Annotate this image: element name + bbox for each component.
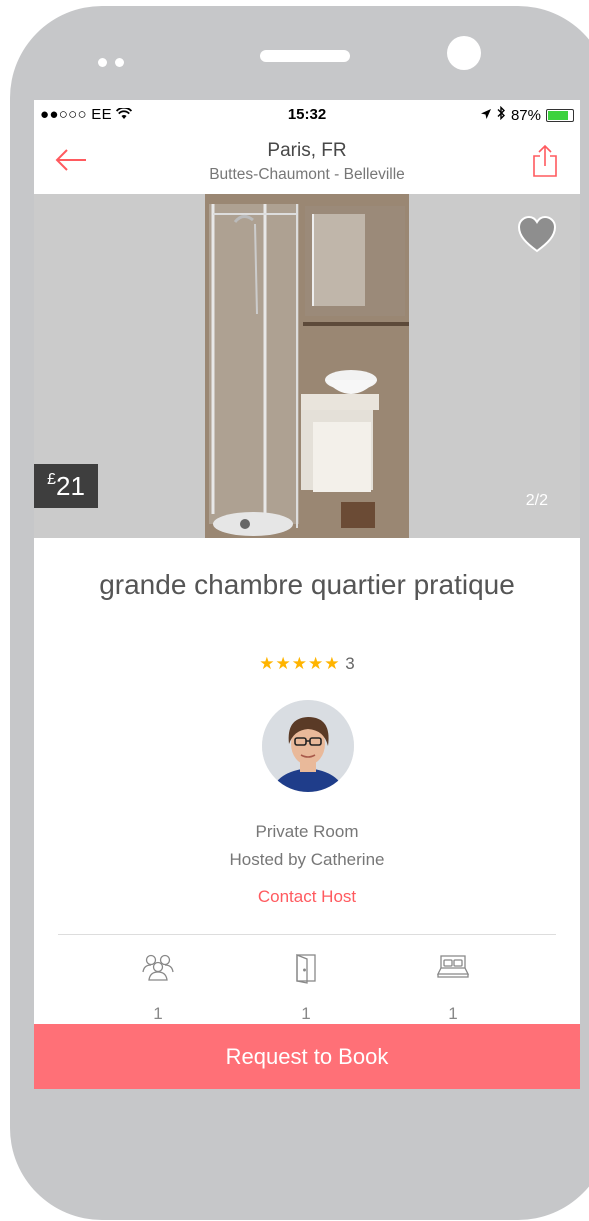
battery-icon	[546, 108, 574, 122]
door-icon	[296, 954, 316, 984]
request-to-book-button[interactable]: Request to Book	[34, 1024, 580, 1089]
star-rating: ★★★★★	[259, 654, 341, 673]
divider	[58, 934, 556, 935]
share-button[interactable]	[532, 144, 558, 178]
price-amount: 21	[55, 470, 85, 501]
rating: ★★★★★ 3	[34, 654, 580, 674]
room-type: Private Room	[255, 822, 359, 841]
guest-count: 1	[153, 1004, 163, 1023]
host-avatar[interactable]	[262, 700, 354, 792]
contact-host-link[interactable]: Contact Host	[34, 887, 580, 907]
room-count: 1	[301, 1004, 311, 1023]
speaker-grille	[260, 50, 350, 62]
front-camera	[447, 36, 481, 70]
listing-title: grande chambre quartier pratique	[99, 569, 515, 600]
nav-bar: Paris, FR Buttes-Chaumont - Belleville	[34, 130, 580, 194]
page-title: Paris, FR	[267, 140, 347, 161]
listing-photo[interactable]: £21 2/2	[34, 194, 580, 538]
sensor-dots	[98, 54, 132, 72]
bathroom-photo	[205, 194, 409, 538]
share-icon	[533, 144, 557, 177]
review-count: 3	[345, 654, 355, 673]
favorite-heart-icon[interactable]	[516, 214, 558, 254]
bluetooth-icon	[497, 105, 506, 124]
location-arrow-icon	[480, 107, 492, 124]
price-badge: £21	[34, 464, 98, 508]
neighborhood-subtitle: Buttes-Chaumont - Belleville	[209, 166, 405, 183]
app-screen: ●●○○○ EE 15:32 87% Paris, FR Buttes-Chau…	[34, 100, 580, 1089]
photo-counter: 2/2	[525, 492, 548, 509]
hosted-by: Hosted by Catherine	[229, 850, 385, 869]
status-bar: ●●○○○ EE 15:32 87%	[34, 100, 580, 130]
bed-count: 1	[448, 1004, 458, 1023]
guests-icon	[142, 954, 174, 981]
battery-percent: 87%	[510, 106, 541, 124]
bed-icon	[436, 955, 470, 978]
price-currency: £	[47, 471, 56, 488]
